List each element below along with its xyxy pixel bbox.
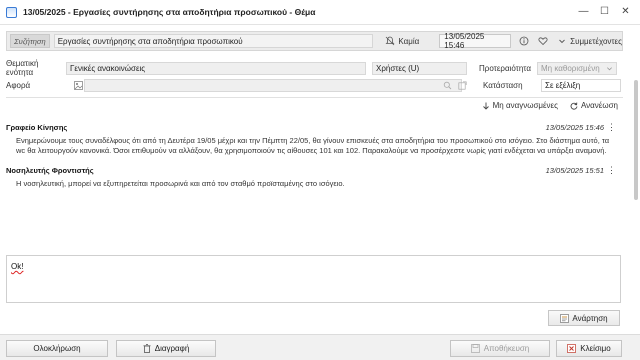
priority-select[interactable]: Μη καθορισμένη: [537, 61, 617, 75]
heart-icon[interactable]: [538, 36, 548, 46]
save-icon: [470, 344, 480, 353]
message-item: Νοσηλευτής Φροντιστής 13/05/2025 15:51 ⋮…: [6, 165, 618, 189]
refresh-icon: [570, 102, 578, 110]
topic-field[interactable]: Γενικές ανακοινώσεις: [66, 61, 366, 75]
date-field[interactable]: 13/05/2025 15:46: [439, 32, 512, 50]
more-options-icon[interactable]: ⋮: [607, 165, 616, 176]
search-icon[interactable]: [443, 81, 452, 90]
message-author: Νοσηλευτής Φροντιστής: [6, 166, 94, 175]
post-button[interactable]: Ανάρτηση: [548, 310, 620, 326]
unread-link[interactable]: Μη αναγνωσμένες: [482, 101, 558, 110]
notify-label: Καμία: [398, 36, 420, 46]
priority-value: Μη καθορισμένη: [541, 63, 600, 73]
status-label: Κατάσταση: [483, 81, 523, 90]
vertical-scrollbar[interactable]: [633, 50, 639, 330]
trash-icon: [143, 344, 151, 353]
reply-text: Ok!: [11, 262, 24, 271]
priority-label: Προτεραιότητα: [479, 63, 531, 73]
subject-header-bar: Συζήτηση Εργασίες συντήρησης στα αποδητή…: [6, 31, 623, 51]
topic-row: Θεματική ενότητα Γενικές ανακοινώσεις Χρ…: [6, 59, 617, 77]
window-title: 13/05/2025 - Εργασίες συντήρησης στα απο…: [23, 7, 316, 17]
notify-selector[interactable]: Καμία: [385, 36, 419, 46]
close-icon[interactable]: ✕: [617, 4, 634, 19]
participants-label: Συμμετέχοντες: [570, 36, 622, 46]
refresh-link[interactable]: Ανανέωση: [570, 101, 618, 110]
more-options-icon[interactable]: ⋮: [607, 122, 616, 133]
message-text: Ενημερώνουμε τους συναδέλφους ότι από τη…: [16, 136, 610, 155]
post-label: Ανάρτηση: [572, 313, 608, 323]
window-titlebar: 13/05/2025 - Εργασίες συντήρησης στα απο…: [0, 0, 640, 25]
subject-input[interactable]: Εργασίες συντήρησης στα αποδητήρια προσω…: [53, 34, 374, 48]
divider: [6, 97, 623, 98]
delete-label: Διαγραφή: [154, 344, 190, 353]
regarding-field[interactable]: [84, 79, 462, 92]
regarding-label: Αφορά: [6, 81, 31, 90]
footer-bar: Ολοκλήρωση Διαγραφή Αποθήκευση Κλείσιμο: [0, 334, 640, 360]
reply-input[interactable]: Ok!: [6, 255, 621, 303]
save-button[interactable]: Αποθήκευση: [450, 340, 550, 357]
refresh-label: Ανανέωση: [580, 101, 618, 110]
message-toolbar: Μη αναγνωσμένες Ανανέωση: [482, 101, 618, 110]
unread-label: Μη αναγνωσμένες: [492, 101, 558, 110]
close-button[interactable]: Κλείσιμο: [556, 340, 622, 357]
bell-off-icon: [385, 36, 395, 46]
message-date: 13/05/2025 15:51: [545, 166, 604, 175]
dropdown-arrow-icon: [606, 65, 613, 72]
complete-button[interactable]: Ολοκλήρωση: [6, 340, 108, 357]
message-author: Γραφείο Κίνησης: [6, 123, 68, 132]
regarding-row: Αφορά Κατάσταση Σε εξέλιξη: [6, 79, 621, 92]
image-picker-icon[interactable]: [72, 81, 84, 90]
window-controls: — ☐ ✕: [575, 4, 634, 19]
users-field[interactable]: Χρήστες (U): [372, 61, 467, 75]
maximize-icon[interactable]: ☐: [596, 4, 613, 19]
app-icon: [6, 6, 17, 18]
post-icon: [560, 313, 570, 323]
open-link-icon[interactable]: [458, 81, 467, 90]
delete-button[interactable]: Διαγραφή: [116, 340, 216, 357]
close-label: Κλείσιμο: [580, 344, 611, 353]
message-date: 13/05/2025 15:46: [545, 123, 604, 132]
info-icon[interactable]: [519, 36, 529, 46]
save-label: Αποθήκευση: [483, 344, 530, 353]
complete-label: Ολοκλήρωση: [33, 344, 81, 353]
participants-toggle[interactable]: Συμμετέχοντες: [558, 37, 622, 46]
arrow-down-icon: [482, 102, 490, 110]
message-item: Γραφείο Κίνησης 13/05/2025 15:46 ⋮ Ενημε…: [6, 122, 618, 156]
subject-label: Συζήτηση: [10, 34, 50, 48]
topic-label: Θεματική ενότητα: [6, 59, 39, 77]
minimize-icon[interactable]: —: [575, 4, 592, 19]
close-x-icon: [567, 344, 577, 353]
message-text: Η νοσηλευτική, μπορεί να εξυπηρετείται π…: [16, 179, 345, 188]
status-field[interactable]: Σε εξέλιξη: [541, 79, 621, 92]
chevron-down-icon: [558, 37, 566, 45]
scrollbar-thumb[interactable]: [634, 80, 638, 200]
